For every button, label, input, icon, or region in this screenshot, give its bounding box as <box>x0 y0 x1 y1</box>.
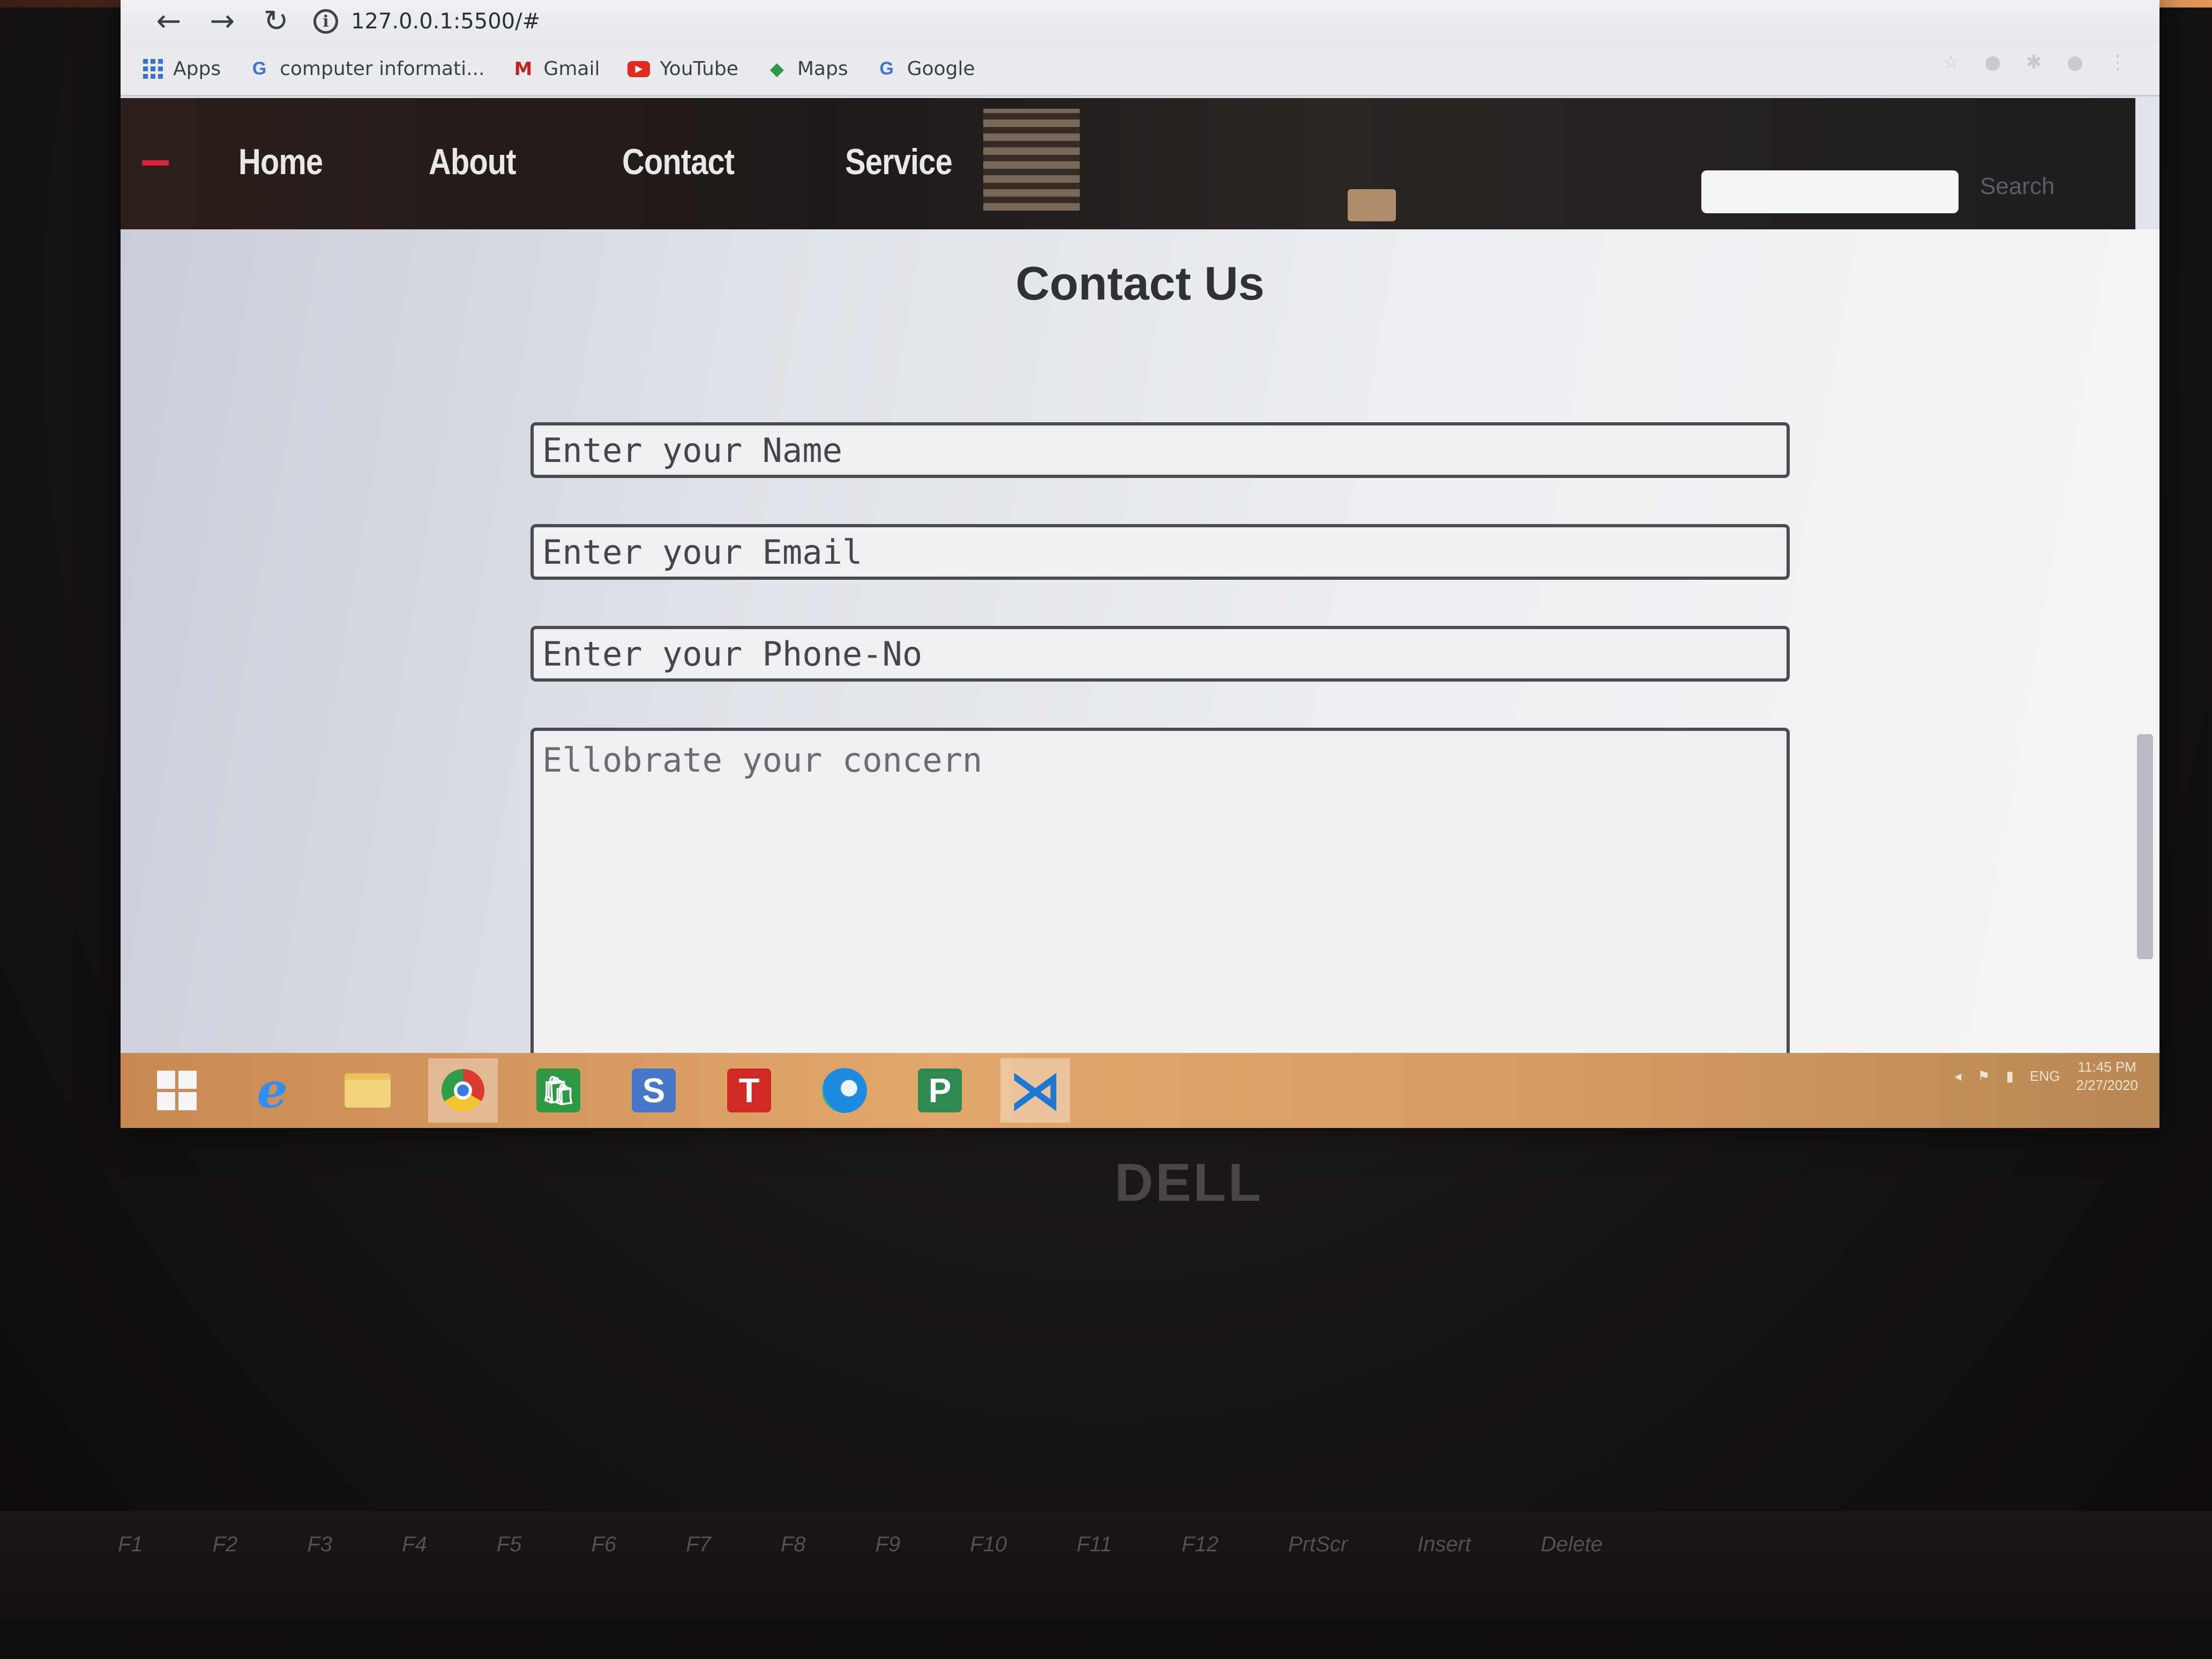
chrome-icon[interactable] <box>428 1058 498 1123</box>
key: F4 <box>402 1533 427 1556</box>
laptop-screen: ← → ↻ i 127.0.0.1:5500/# Apps G computer… <box>121 0 2159 1128</box>
apps-grid-icon <box>142 58 163 80</box>
extension-icon[interactable]: ● <box>1984 51 2001 73</box>
key: Delete <box>1541 1533 1603 1556</box>
browser-extension-icons: ☆ ● ✱ ● ⋮ <box>1942 51 2127 73</box>
email-field[interactable]: Enter your Email <box>530 524 1790 580</box>
site-info-icon[interactable]: i <box>313 9 338 34</box>
bookmarks-bar: Apps G computer informati... M Gmail ▶ Y… <box>121 43 2159 96</box>
key: F7 <box>686 1533 711 1556</box>
profile-icon[interactable]: ● <box>2067 51 2083 73</box>
star-icon[interactable]: ☆ <box>1942 51 1960 73</box>
key: F8 <box>780 1533 806 1556</box>
search-input[interactable] <box>1701 170 1959 213</box>
phone-field[interactable]: Enter your Phone-No <box>530 626 1790 682</box>
page-title: Contact Us <box>1015 257 1265 310</box>
concern-textarea[interactable]: Ellobrate your concern <box>530 728 1790 1076</box>
key: Insert <box>1417 1533 1471 1556</box>
forward-arrow-icon[interactable]: → <box>196 6 249 36</box>
bookmark-apps[interactable]: Apps <box>142 58 221 80</box>
bookmark-label: Google <box>907 58 975 80</box>
key: F9 <box>875 1533 901 1556</box>
contact-section: Contact Us Enter your Name Enter your Em… <box>121 229 2159 1076</box>
header-background-image <box>983 109 1080 211</box>
gmail-icon: M <box>514 58 533 80</box>
address-bar[interactable]: 127.0.0.1:5500/# <box>351 9 540 34</box>
vscode-icon[interactable]: ⋊ <box>1000 1058 1070 1123</box>
key: F1 <box>118 1533 143 1556</box>
reload-icon[interactable]: ↻ <box>249 6 303 36</box>
clock-date: 2/27/2020 <box>2076 1077 2138 1093</box>
key: F12 <box>1182 1533 1219 1556</box>
flag-icon[interactable]: ⚑ <box>1977 1068 1990 1085</box>
language-indicator[interactable]: ENG <box>2030 1068 2060 1085</box>
bookmark-label: Gmail <box>543 58 600 80</box>
key: F10 <box>970 1533 1007 1556</box>
site-header: Home About Contact Service Search <box>121 98 2135 229</box>
bookmark-label: Maps <box>797 58 848 80</box>
bookmark-gmail[interactable]: M Gmail <box>512 58 600 80</box>
function-key-row: F1 F2 F3 F4 F5 F6 F7 F8 F9 F10 F11 F12 P… <box>118 1533 1603 1557</box>
bookmark-youtube[interactable]: ▶ YouTube <box>627 58 738 80</box>
maps-icon: ◆ <box>769 58 784 80</box>
google-icon: G <box>252 58 267 79</box>
nav-home[interactable]: Home <box>238 141 323 183</box>
google-icon: G <box>879 58 894 79</box>
bookmark-maps[interactable]: ◆ Maps <box>766 58 848 80</box>
bookmark-label: Apps <box>173 58 221 80</box>
back-arrow-icon[interactable]: ← <box>142 6 196 36</box>
nav-about[interactable]: About <box>429 141 517 183</box>
store-icon[interactable]: 🛍 <box>524 1058 593 1123</box>
puzzle-icon[interactable]: ✱ <box>2026 51 2042 73</box>
internet-explorer-icon[interactable]: e <box>237 1058 307 1123</box>
key: F6 <box>591 1533 617 1556</box>
search-button[interactable]: Search <box>1980 173 2054 200</box>
nav-service[interactable]: Service <box>845 141 953 183</box>
bookmark-computer-information[interactable]: G computer informati... <box>249 58 485 80</box>
windows-start-icon[interactable] <box>142 1058 212 1123</box>
nav-contact[interactable]: Contact <box>622 141 735 183</box>
page-scrollbar[interactable] <box>2137 734 2153 959</box>
clock[interactable]: 11:45 PM 2/27/2020 <box>2076 1058 2138 1095</box>
menu-icon[interactable]: ⋮ <box>2108 51 2127 73</box>
name-field[interactable]: Enter your Name <box>530 422 1790 478</box>
youtube-icon: ▶ <box>627 61 651 77</box>
p-app-icon[interactable]: P <box>905 1058 975 1123</box>
volume-icon[interactable]: ◂ <box>1954 1068 1961 1085</box>
file-explorer-icon[interactable] <box>333 1058 402 1123</box>
header-background-image <box>1348 189 1396 221</box>
t-app-icon[interactable]: T <box>714 1058 784 1123</box>
edge-icon[interactable] <box>810 1058 879 1123</box>
clock-time: 11:45 PM <box>2078 1059 2136 1075</box>
bookmark-label: computer informati... <box>280 58 485 80</box>
s-app-icon[interactable]: S <box>619 1058 689 1123</box>
bookmark-google[interactable]: G Google <box>876 58 975 80</box>
key: PrtScr <box>1288 1533 1348 1556</box>
taskbar: e 🛍 S T P ⋊ ◂ ⚑ ▮ ENG 11:45 PM 2/27/2020 <box>121 1053 2159 1128</box>
browser-toolbar: ← → ↻ i 127.0.0.1:5500/# <box>121 0 2159 43</box>
main-nav: Home About Contact Service <box>238 141 971 183</box>
bookmark-label: YouTube <box>660 58 738 80</box>
key: F3 <box>307 1533 333 1556</box>
keyboard: F1 F2 F3 F4 F5 F6 F7 F8 F9 F10 F11 F12 P… <box>0 1511 2212 1659</box>
brand-logo: DELL <box>1115 1153 1264 1213</box>
logo-mark <box>142 160 169 166</box>
key: F11 <box>1077 1533 1112 1556</box>
system-tray: ◂ ⚑ ▮ ENG 11:45 PM 2/27/2020 <box>1954 1058 2138 1095</box>
key: F2 <box>212 1533 238 1556</box>
key: F5 <box>496 1533 522 1556</box>
network-icon[interactable]: ▮ <box>2006 1068 2014 1085</box>
